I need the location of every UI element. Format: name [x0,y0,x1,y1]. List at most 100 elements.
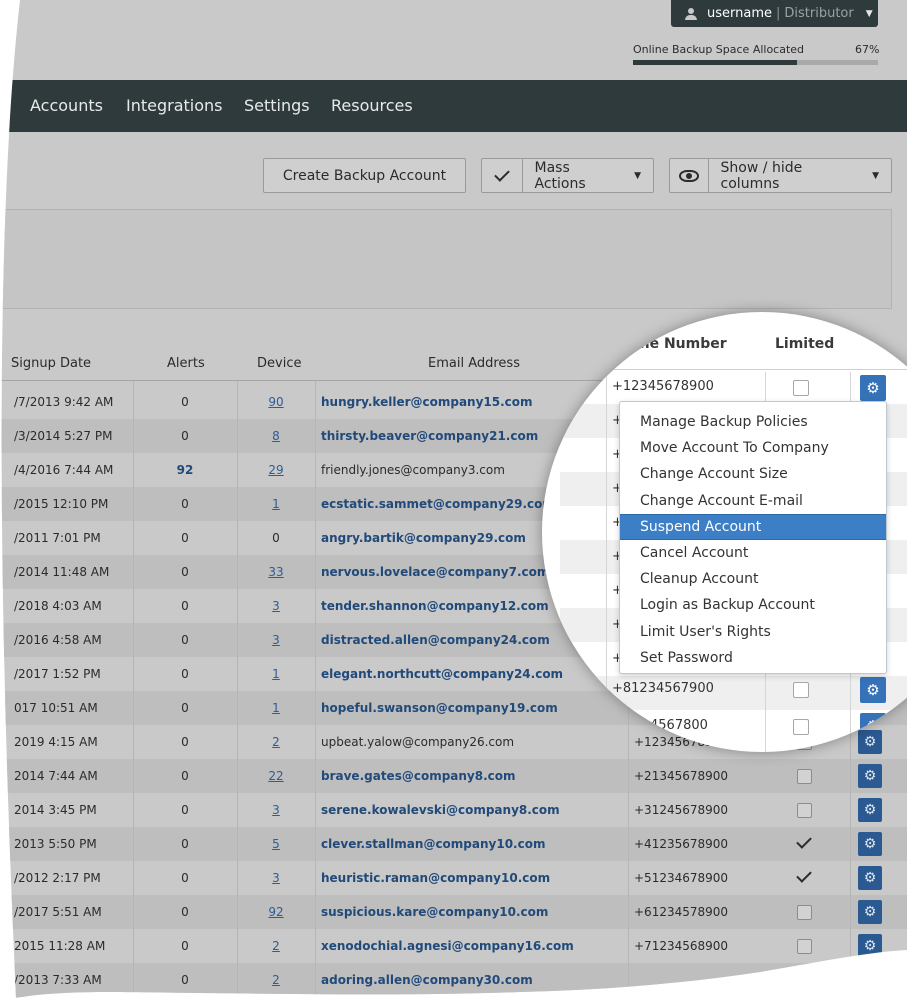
user-menu[interactable]: username | Distributor ▼ [671,0,878,27]
nav-settings[interactable]: Settings [244,96,310,115]
eye-toggle[interactable] [670,159,709,192]
select-all-toggle[interactable] [482,159,523,192]
nav-integrations[interactable]: Integrations [126,96,223,115]
column-device[interactable]: Device [257,356,301,371]
device-count-link[interactable]: 2 [237,963,315,997]
magnifier: one Number Limited +12345678900 +8123456… [542,312,907,752]
table-row[interactable]: 2015 11:28 AM 0 2 xenodochial.agnesi@compan… [0,929,907,963]
limited-checkbox[interactable] [794,895,814,929]
nav-accounts[interactable]: Accounts [30,96,103,115]
gear-icon[interactable]: ⚙ [858,764,882,788]
menu-item[interactable]: Change Account Size [620,461,886,487]
limited-checkbox[interactable] [794,929,814,963]
signup-date: 2019 4:15 AM [14,735,98,749]
chevron-down-icon: ▼ [865,8,873,19]
checkbox [797,905,812,920]
device-count-link[interactable]: 5 [237,827,315,861]
storage-label: Online Backup Space Allocated [633,43,805,56]
limited-checkbox[interactable] [794,861,814,895]
gear-icon[interactable]: ⚙ [858,832,882,856]
mass-actions-button[interactable]: Mass Actions ▼ [481,158,654,193]
device-count-link[interactable]: 92 [237,895,315,929]
email-address[interactable]: serene.kowalevski@company8.com [321,793,621,827]
device-count-link[interactable]: 1 [237,691,315,725]
signup-date: 2015 11:28 AM [14,939,106,953]
menu-item[interactable]: Cleanup Account [620,566,886,592]
email-address[interactable]: suspicious.kare@company10.com [321,895,621,929]
email-address[interactable]: adoring.allen@company30.com [321,963,621,997]
alerts-count: 0 [181,735,189,749]
limited-checkbox[interactable] [793,682,809,698]
device-count-link[interactable]: 8 [237,419,315,453]
device-count-link[interactable]: 3 [237,589,315,623]
device-count-link[interactable]: 90 [237,385,315,419]
show-hide-columns-button[interactable]: Show / hide columns ▼ [669,158,892,193]
gear-icon[interactable]: ⚙ [858,798,882,822]
device-count-link[interactable]: 33 [237,555,315,589]
table-row[interactable]: /2012 2:17 PM 0 3 heuristic.raman@company10… [0,861,907,895]
email-address[interactable]: heuristic.raman@company10.com [321,861,621,895]
table-row[interactable]: /2017 5:51 AM 0 92 suspicious.kare@company1… [0,895,907,929]
device-count-link[interactable]: 1 [237,487,315,521]
gear-icon[interactable]: ⚙ [858,730,884,752]
alerts-count: 0 [181,565,189,579]
main-nav: Accounts Integrations Settings Resources [0,80,907,132]
phone-number: +12345678900 [612,379,714,394]
device-count-link[interactable]: 2 [237,929,315,963]
device-count-link[interactable]: 1 [237,657,315,691]
signup-date: /3/2014 5:27 PM [14,429,113,443]
menu-item[interactable]: Manage Backup Policies [620,409,886,435]
gear-icon[interactable]: ⚙ [860,375,886,401]
menu-item[interactable]: Suspend Account [620,513,886,540]
user-icon [685,8,697,20]
column-divider [237,381,238,1001]
table-row[interactable]: 2014 3:45 PM 0 3 serene.kowalevski@company8… [0,793,907,827]
table-row[interactable]: 2014 7:44 AM 0 22 brave.gates@company8.com +… [0,759,907,793]
email-address[interactable]: xenodochial.agnesi@company16.com [321,929,621,963]
menu-item[interactable]: Cancel Account [620,540,886,566]
storage-progress-bar [633,60,878,65]
table-row[interactable]: /2013 7:33 AM 0 2 adoring.allen@company30.c… [0,963,907,997]
limited-checkbox[interactable] [794,759,814,793]
device-count-link[interactable]: 3 [237,623,315,657]
alerts-count: 0 [181,803,189,817]
gear-icon[interactable]: ⚙ [858,900,882,924]
gear-icon[interactable]: ⚙ [858,934,882,958]
device-count-link[interactable]: 3 [237,793,315,827]
create-backup-account-button[interactable]: Create Backup Account [263,158,466,193]
column-email[interactable]: Email Address [428,356,520,371]
show-hide-columns-label: Show / hide columns [720,159,803,192]
filter-panel [0,209,892,309]
menu-item[interactable]: Change Account E-mail [620,488,886,514]
limited-checkbox[interactable] [794,793,814,827]
device-count-link[interactable]: 22 [237,759,315,793]
phone-number: +21345678900 [634,769,729,783]
table-row[interactable]: 2013 5:50 PM 0 5 clever.stallman@company10.… [0,827,907,861]
column-signup-date[interactable]: Signup Date [11,356,91,371]
menu-item[interactable]: Move Account To Company [620,435,886,461]
gear-icon[interactable]: ⚙ [858,866,882,890]
device-count-link[interactable]: 3 [237,861,315,895]
chevron-down-icon: ▼ [634,170,641,181]
limited-checkbox[interactable] [793,719,809,735]
alerts-count: 0 [181,395,189,409]
limited-checkbox[interactable] [794,827,814,861]
menu-item[interactable]: Login as Backup Account [620,592,886,618]
column-limited[interactable]: Limited [775,336,834,352]
signup-date: 2014 7:44 AM [14,769,98,783]
page: username | Distributor ▼ Online Backup S… [0,0,907,1001]
menu-item[interactable]: Set Password [620,645,886,671]
column-alerts[interactable]: Alerts [167,356,205,371]
user-role: Distributor [784,6,854,21]
email-address[interactable]: brave.gates@company8.com [321,759,621,793]
gear-icon[interactable]: ⚙ [860,677,886,703]
signup-date: /2013 7:33 AM [14,973,102,987]
gear-icon[interactable]: ⚙ [858,968,882,992]
email-address[interactable]: clever.stallman@company10.com [321,827,621,861]
device-count-link[interactable]: 2 [237,725,315,759]
device-count-link[interactable]: 29 [237,453,315,487]
menu-item[interactable]: Limit User's Rights [620,619,886,645]
column-phone-number[interactable]: one Number [630,336,727,352]
limited-checkbox[interactable] [793,380,809,396]
nav-resources[interactable]: Resources [331,96,413,115]
